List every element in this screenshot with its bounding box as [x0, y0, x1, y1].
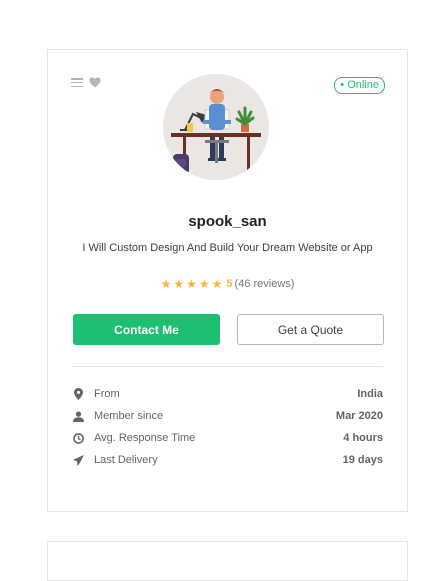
user-icon	[72, 410, 84, 422]
get-a-quote-button[interactable]: Get a Quote	[237, 314, 384, 345]
star-icon: ★	[211, 277, 223, 291]
avatar[interactable]	[163, 74, 269, 180]
stat-value: India	[357, 388, 383, 400]
stat-value: 19 days	[342, 454, 383, 466]
star-icon: ★	[198, 277, 210, 291]
location-pin-icon	[72, 388, 84, 400]
stat-label: From	[94, 388, 120, 400]
paper-plane-icon	[72, 454, 84, 466]
stat-row-member-since: Member since Mar 2020	[72, 405, 383, 427]
star-icon: ★	[160, 277, 172, 291]
seller-profile-card: • Online spook_san I Will Custom Design …	[47, 49, 408, 512]
rating: ★ ★ ★ ★ ★ 5 (46 reviews)	[48, 278, 407, 290]
review-count[interactable]: (46 reviews)	[235, 278, 295, 290]
stat-value: 4 hours	[343, 432, 383, 444]
contact-me-button[interactable]: Contact Me	[73, 314, 220, 345]
seller-stats: From India Member since Mar 2020 Avg. Re…	[72, 383, 383, 471]
rating-score: 5	[226, 278, 233, 290]
menu-icon[interactable]	[71, 78, 83, 87]
star-icon: ★	[186, 277, 197, 291]
username[interactable]: spook_san	[48, 213, 407, 230]
stat-label: Member since	[94, 410, 164, 422]
stat-label: Avg. Response Time	[94, 432, 196, 444]
clock-icon	[72, 432, 84, 444]
stat-label: Last Delivery	[94, 454, 158, 466]
stat-row-last-delivery: Last Delivery 19 days	[72, 449, 383, 471]
card-top-icons	[71, 77, 101, 88]
seller-tagline: I Will Custom Design And Build Your Drea…	[82, 242, 373, 254]
avatar-illustration	[163, 74, 269, 180]
heart-icon[interactable]	[89, 77, 101, 88]
divider	[72, 366, 383, 367]
star-icon: ★	[173, 277, 185, 291]
stat-value: Mar 2020	[335, 410, 383, 422]
stat-row-from: From India	[72, 383, 383, 405]
secondary-card	[47, 541, 408, 581]
stat-row-response-time: Avg. Response Time 4 hours	[72, 427, 383, 449]
online-status-badge: • Online	[334, 77, 385, 94]
